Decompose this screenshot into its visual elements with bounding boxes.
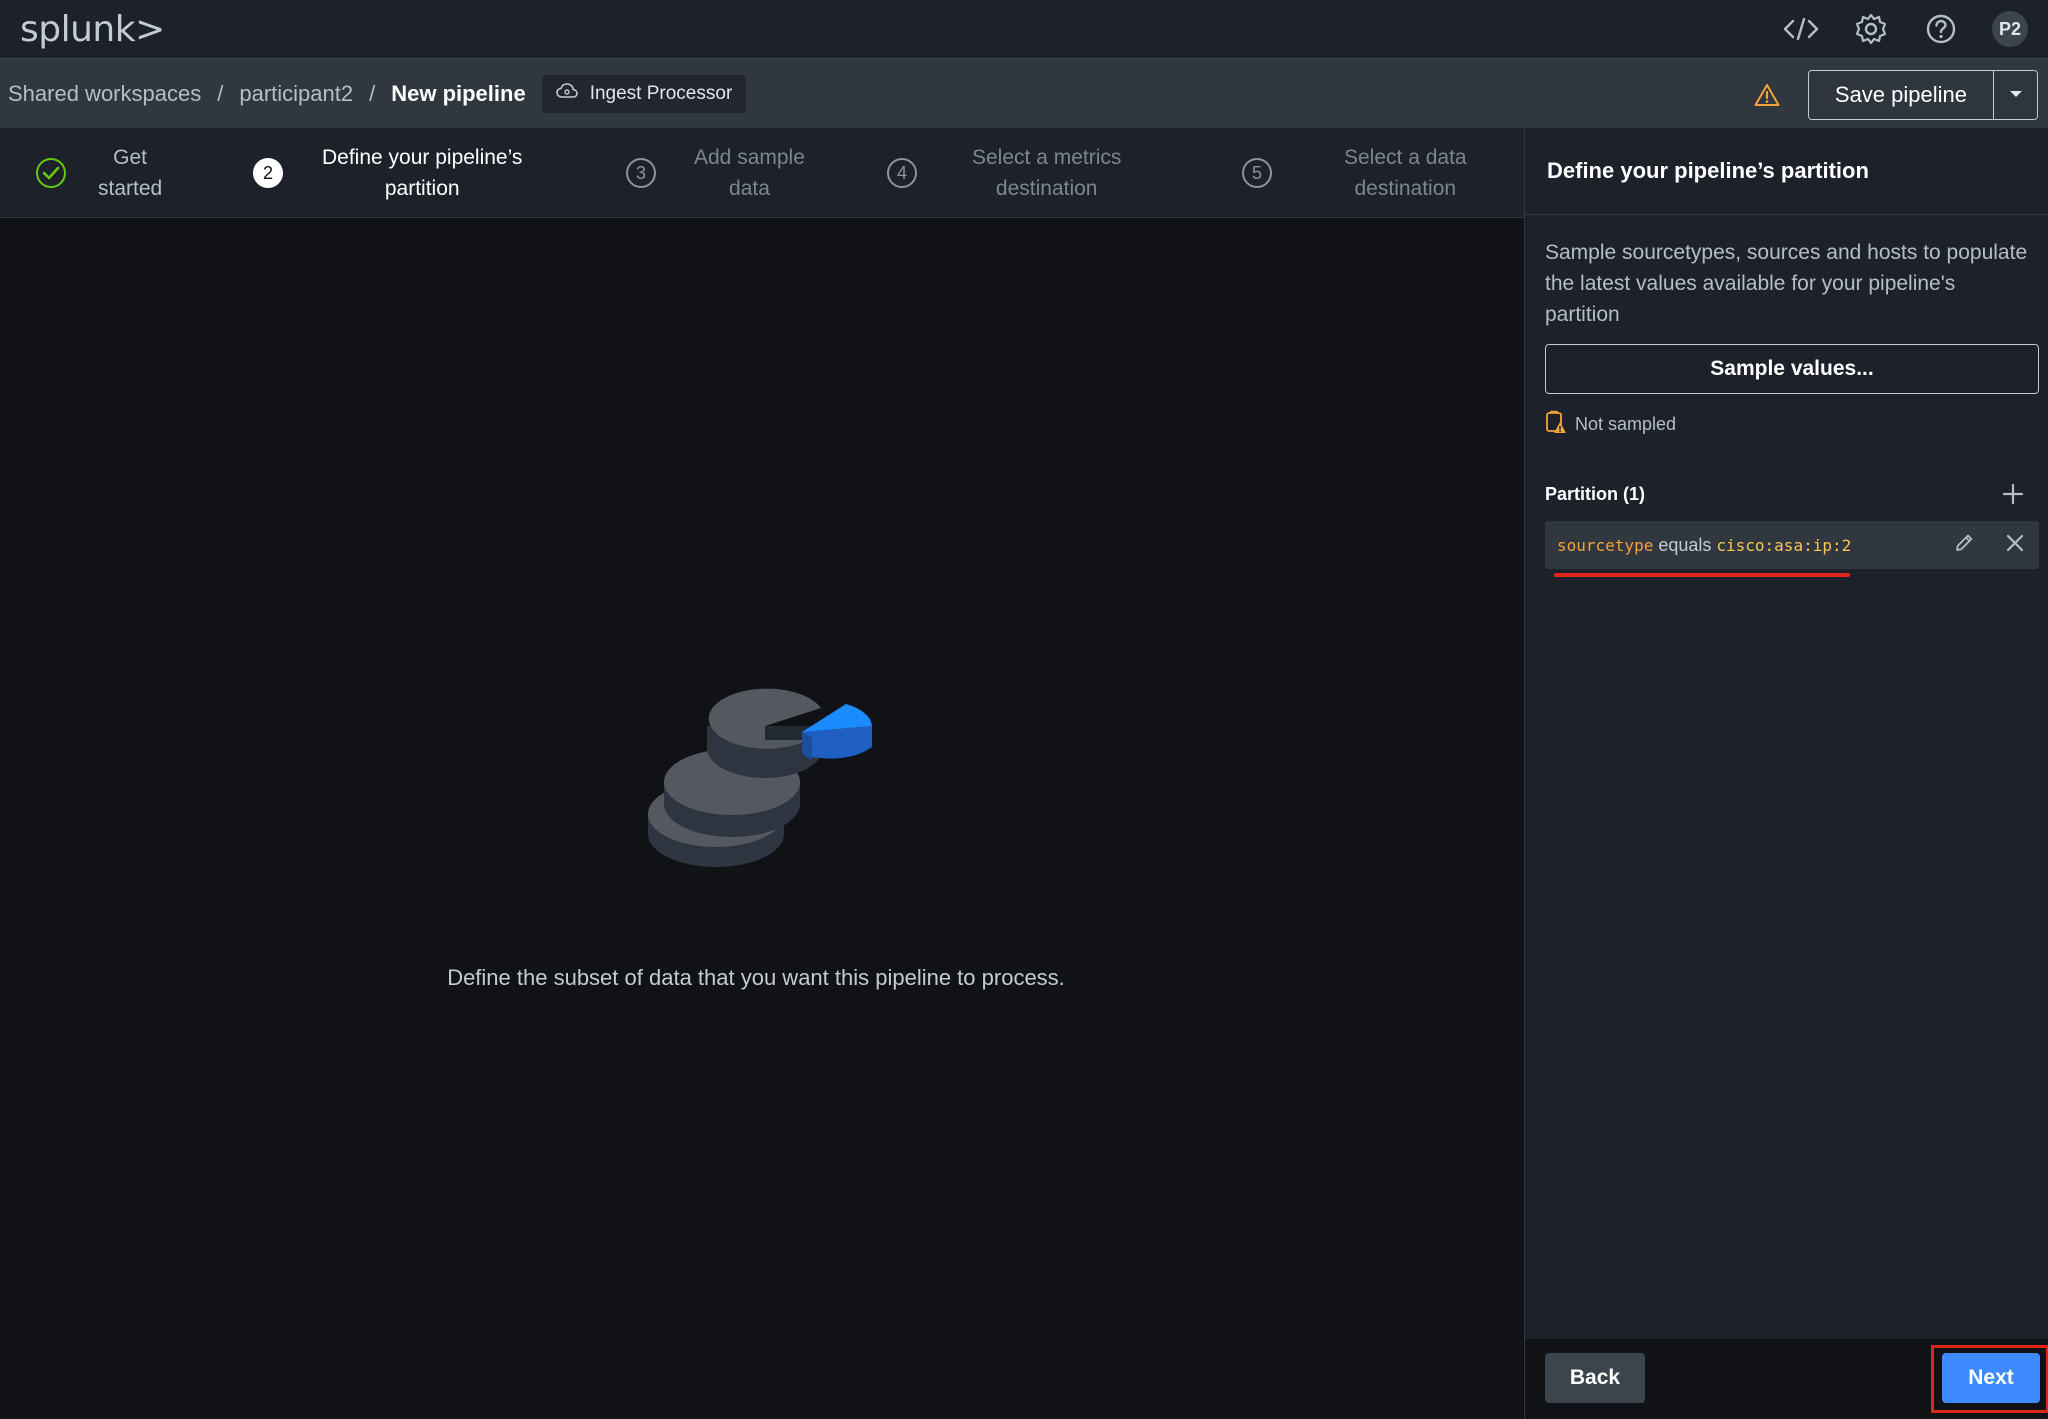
step-number: 2	[253, 158, 283, 188]
partition-row-actions	[1953, 521, 2025, 569]
partition-value: cisco:asa:ip:2	[1716, 535, 1852, 555]
partition-condition-row[interactable]: sourcetype equals cisco:asa:ip:2	[1545, 521, 2039, 569]
step-number: 3	[626, 158, 656, 188]
step-number: 4	[887, 158, 917, 188]
save-pipeline-button-group: Save pipeline	[1807, 70, 2038, 120]
back-button[interactable]: Back	[1545, 1353, 1645, 1403]
pipeline-stepper: Get started 2 Define your pipeline’s par…	[0, 128, 1524, 218]
breadcrumb-bar: Shared workspaces / participant2 / New p…	[0, 58, 2048, 128]
not-sampled-label: Not sampled	[1575, 414, 1677, 434]
cloud-icon	[555, 82, 578, 105]
step-add-sample-data[interactable]: 3 Add sample data	[626, 128, 805, 218]
sampling-status: Not sampled	[1545, 410, 2028, 439]
pipeline-canvas: Define the subset of data that you want …	[0, 219, 1524, 1419]
step-label: Get started	[98, 142, 162, 204]
top-icon-group: P2	[1782, 10, 2028, 48]
remove-close-icon[interactable]	[2005, 533, 2025, 558]
breadcrumb-new-pipeline: New pipeline	[391, 80, 526, 106]
not-sampled-warning-icon	[1545, 410, 1567, 439]
step-label-line: Define your pipeline’s	[322, 146, 523, 169]
panel-header: Define your pipeline’s partition	[1525, 128, 2048, 215]
step-label: Add sample data	[694, 142, 805, 204]
user-avatar[interactable]: P2	[1992, 11, 2028, 47]
step-label-line: Get	[113, 146, 148, 169]
breadcrumb-separator: /	[369, 80, 376, 106]
top-navigation-bar: splunk> P2	[0, 0, 2048, 58]
gear-icon[interactable]	[1852, 10, 1890, 48]
splunk-logo[interactable]: splunk>	[20, 9, 165, 50]
help-icon[interactable]	[1922, 10, 1960, 48]
sample-values-button[interactable]: Sample values...	[1545, 344, 2039, 394]
step-label-line: Add sample	[694, 146, 805, 169]
step-label-line: destination	[995, 177, 1098, 200]
step-label-line: started	[98, 177, 163, 200]
step-label-line: destination	[1354, 177, 1457, 200]
ingest-processor-chip: Ingest Processor	[541, 74, 747, 113]
partition-title: Partition (1)	[1545, 483, 1646, 504]
partition-illustration	[640, 664, 880, 889]
warning-icon[interactable]	[1754, 83, 1780, 107]
step-label-line: partition	[384, 177, 460, 200]
step-label: Select a data destination	[1344, 142, 1467, 204]
step-label: Select a metrics destination	[972, 142, 1121, 204]
step-number: 5	[1242, 158, 1272, 188]
step-label: Define your pipeline’s partition	[322, 142, 522, 204]
empty-state-message: Define the subset of data that you want …	[447, 965, 1065, 990]
save-options-dropdown[interactable]	[1993, 71, 2037, 119]
step-label-line: Select a data	[1344, 146, 1467, 169]
panel-body: Sample sourcetypes, sources and hosts to…	[1525, 215, 2048, 569]
add-partition-icon[interactable]	[1998, 479, 2028, 509]
panel-description: Sample sourcetypes, sources and hosts to…	[1545, 241, 2028, 326]
partition-operator: equals	[1658, 534, 1712, 555]
step-metrics-destination[interactable]: 4 Select a metrics destination	[887, 128, 1121, 218]
ingest-processor-label: Ingest Processor	[589, 82, 733, 104]
step-define-partition[interactable]: 2 Define your pipeline’s partition	[253, 128, 522, 218]
step-get-started[interactable]: Get started	[36, 128, 162, 218]
breadcrumb-actions: Save pipeline	[1754, 70, 2038, 120]
check-circle-icon	[36, 158, 66, 188]
edit-pencil-icon[interactable]	[1953, 532, 1975, 559]
next-button[interactable]: Next	[1942, 1353, 2040, 1403]
save-pipeline-button[interactable]: Save pipeline	[1808, 71, 1993, 119]
step-label-line: data	[729, 177, 770, 200]
breadcrumb-shared-workspaces[interactable]: Shared workspaces	[8, 81, 201, 107]
step-label-line: Select a metrics	[972, 146, 1122, 169]
panel-title: Define your pipeline’s partition	[1547, 158, 1869, 183]
step-data-destination[interactable]: 5 Select a data destination	[1242, 128, 1467, 218]
partition-side-panel: Define your pipeline’s partition Sample …	[1524, 128, 2048, 1419]
partition-highlight-underline	[1554, 573, 1850, 577]
panel-footer: Back Next	[1525, 1339, 2048, 1419]
breadcrumb-participant2[interactable]: participant2	[239, 81, 353, 107]
code-icon[interactable]	[1782, 10, 1820, 48]
partition-field: sourcetype	[1557, 535, 1654, 555]
breadcrumb-separator: /	[217, 80, 224, 106]
caret-down-icon	[2008, 86, 2024, 104]
partition-header: Partition (1)	[1545, 479, 2028, 509]
